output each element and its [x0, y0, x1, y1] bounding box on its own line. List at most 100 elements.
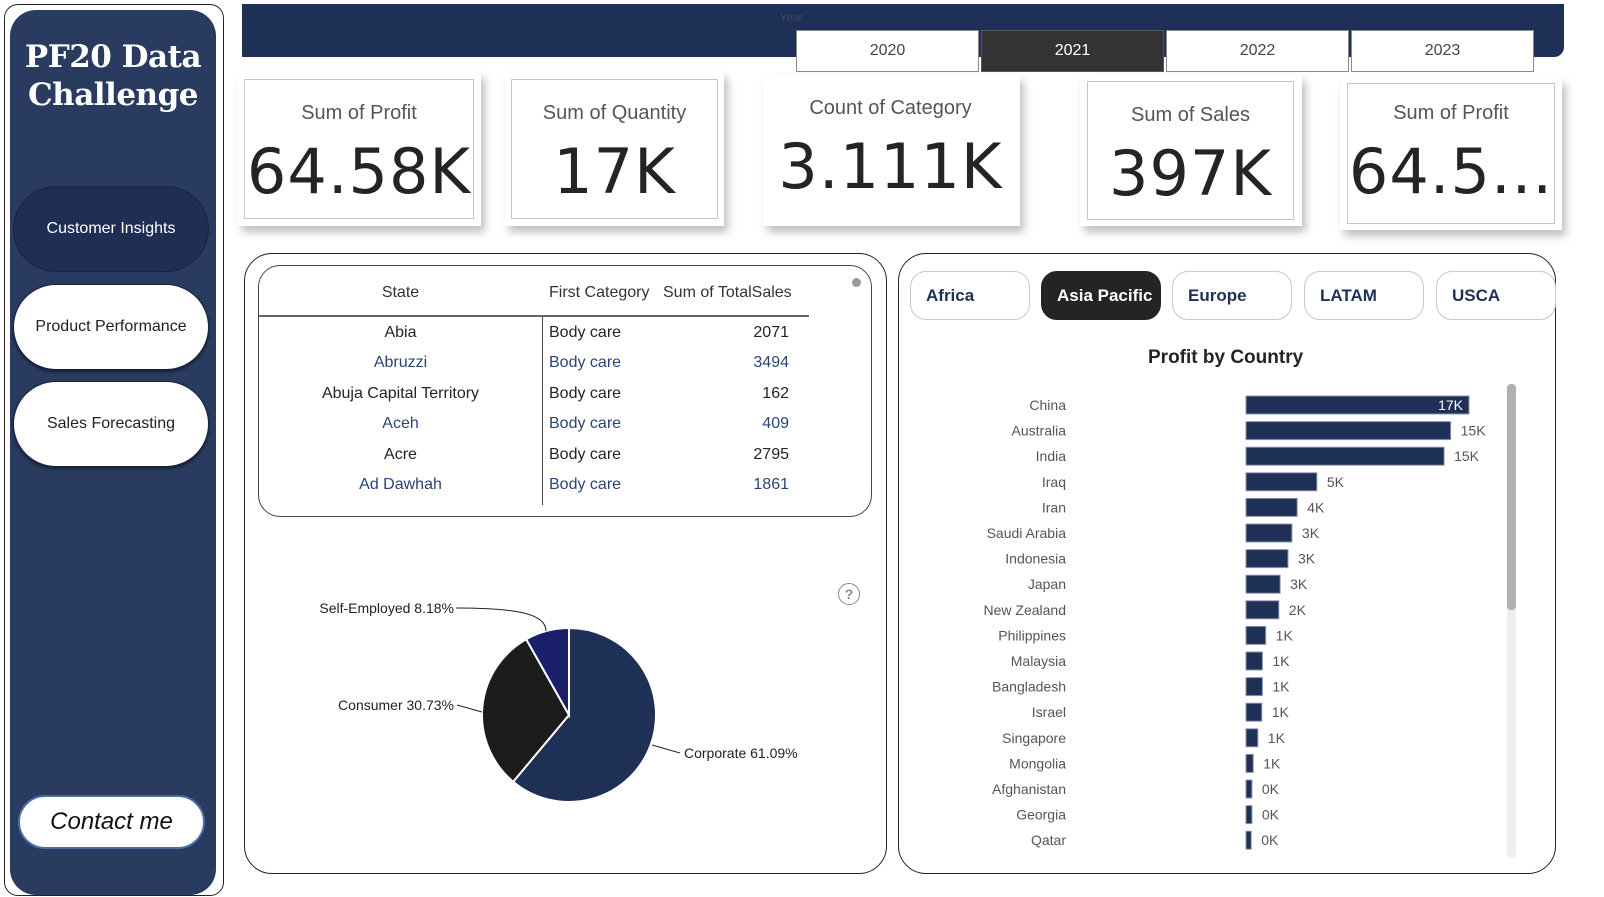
- bar-category-label: Bangladesh: [992, 679, 1066, 695]
- cell-category: Body care: [549, 324, 622, 341]
- bar-data-label: 1K: [1272, 653, 1290, 669]
- bar-israel[interactable]: [1245, 702, 1263, 722]
- bar-afghanistan[interactable]: [1245, 779, 1253, 799]
- table-scrollbar[interactable]: [852, 278, 861, 287]
- bar-data-label: 1K: [1272, 679, 1290, 695]
- region-label: Europe: [1188, 285, 1247, 305]
- bar-category-label: New Zealand: [984, 602, 1067, 618]
- table-row[interactable]: Abruzzi Body care 3494: [259, 349, 809, 379]
- year-option-2020[interactable]: 2020: [796, 30, 979, 72]
- cell-sales: 1861: [753, 476, 789, 493]
- app-title-line2: Challenge: [27, 77, 199, 113]
- bar-new-zealand[interactable]: [1245, 600, 1280, 620]
- table-row[interactable]: Acre Body care 2795: [259, 441, 809, 471]
- bar-bangladesh[interactable]: [1245, 677, 1263, 697]
- bar-data-label: 0K: [1262, 807, 1280, 823]
- column-header-total-sales[interactable]: Sum of TotalSales: [663, 284, 792, 302]
- region-option-latam[interactable]: LATAM: [1304, 271, 1424, 320]
- bar-data-label: 1K: [1276, 627, 1294, 643]
- pie-leader-line: [456, 704, 483, 713]
- bar-category-label: Japan: [1028, 576, 1066, 592]
- table-row[interactable]: Aceh Body care 409: [259, 410, 809, 440]
- year-option-2022[interactable]: 2022: [1166, 30, 1349, 72]
- kpi-label: Sum of Profit: [301, 102, 417, 124]
- column-header-first-category[interactable]: First Category: [549, 284, 649, 302]
- nav-label: Product Performance: [35, 318, 187, 335]
- bar-data-label: 2K: [1289, 602, 1307, 618]
- year-option-2021[interactable]: 2021: [981, 30, 1164, 72]
- contact-me-label: Contact me: [50, 808, 173, 835]
- cell-sales: 162: [762, 385, 789, 402]
- region-option-africa[interactable]: Africa: [910, 271, 1030, 320]
- state-sales-table: State First Category Sum of TotalSales A…: [258, 265, 872, 517]
- bar-qatar[interactable]: [1245, 830, 1252, 850]
- region-option-usca[interactable]: USCA: [1436, 271, 1556, 320]
- nav-label: Sales Forecasting: [46, 415, 176, 432]
- kpi-label: Count of Category: [809, 97, 972, 119]
- region-label: LATAM: [1320, 285, 1377, 305]
- bar-category-label: Australia: [1012, 423, 1067, 439]
- bar-category-label: Afghanistan: [992, 781, 1066, 797]
- bar-indonesia[interactable]: [1245, 549, 1289, 569]
- region-label: Africa: [926, 285, 975, 305]
- bar-iran[interactable]: [1245, 497, 1298, 517]
- bar-category-label: India: [1036, 448, 1067, 464]
- region-option-europe[interactable]: Europe: [1172, 271, 1292, 320]
- bar-malaysia[interactable]: [1245, 651, 1263, 671]
- cell-category: Body care: [549, 476, 622, 493]
- bar-philippines[interactable]: [1245, 625, 1267, 645]
- column-header-state[interactable]: State: [259, 284, 542, 302]
- year-option-label: 2021: [1054, 42, 1091, 59]
- bar-data-label: 0K: [1261, 832, 1279, 848]
- nav-label: Customer Insights: [46, 220, 176, 237]
- bar-saudi-arabia[interactable]: [1245, 523, 1293, 543]
- bar-japan[interactable]: [1245, 574, 1281, 594]
- nav-customer-insights[interactable]: Customer Insights: [13, 186, 209, 272]
- cell-category: Body care: [549, 446, 622, 463]
- year-slicer: 2020 2021 2022 2023: [796, 30, 1536, 72]
- bar-china[interactable]: [1245, 395, 1470, 415]
- region-label: Asia Pacific: [1057, 285, 1153, 305]
- bar-singapore[interactable]: [1245, 728, 1259, 748]
- cell-sales: 409: [762, 415, 789, 432]
- cell-state: Ad Dawhah: [359, 476, 442, 493]
- bar-mongolia[interactable]: [1245, 753, 1254, 773]
- kpi-label: Sum of Quantity: [542, 102, 687, 124]
- bar-georgia[interactable]: [1245, 805, 1253, 825]
- year-option-2023[interactable]: 2023: [1351, 30, 1534, 72]
- table-row[interactable]: Abia Body care 2071: [259, 319, 809, 349]
- cell-category: Body care: [549, 385, 622, 402]
- region-option-asia-pacific[interactable]: Asia Pacific: [1041, 271, 1161, 320]
- nav-sales-forecasting[interactable]: Sales Forecasting: [13, 381, 209, 467]
- kpi-card-sales: Sum of Sales 397K: [1087, 81, 1294, 220]
- year-slicer-label: Year: [780, 12, 803, 24]
- cell-state: Aceh: [382, 415, 419, 432]
- bar-data-label: 3K: [1302, 525, 1320, 541]
- app-title-line1: PF20 Data: [24, 39, 202, 75]
- bar-data-label: 4K: [1307, 499, 1325, 515]
- chart-scroll-thumb[interactable]: [1507, 384, 1516, 610]
- kpi-value: 397K: [1109, 137, 1272, 210]
- bar-category-label: Indonesia: [1005, 551, 1066, 567]
- bar-category-label: Saudi Arabia: [987, 525, 1067, 541]
- table-row[interactable]: Ad Dawhah Body care 1861: [259, 471, 809, 501]
- cell-category: Body care: [549, 415, 622, 432]
- app-title: PF20 Data Challenge: [10, 38, 216, 114]
- bar-category-label: Georgia: [1016, 807, 1066, 823]
- kpi-card-profit-2: Sum of Profit 64.5...: [1347, 83, 1555, 224]
- bar-category-label: Mongolia: [1009, 755, 1066, 771]
- region-label: USCA: [1452, 285, 1501, 305]
- contact-me-button[interactable]: Contact me: [18, 795, 205, 849]
- nav-product-performance[interactable]: Product Performance: [13, 284, 209, 370]
- bar-india[interactable]: [1245, 446, 1445, 466]
- kpi-label: Sum of Profit: [1393, 102, 1509, 124]
- bar-data-label: 15K: [1454, 448, 1480, 464]
- kpi-value: 64.5...: [1348, 135, 1554, 208]
- bar-australia[interactable]: [1245, 421, 1452, 441]
- bar-data-label: 1K: [1263, 755, 1281, 771]
- bar-category-label: Malaysia: [1011, 653, 1066, 669]
- kpi-card-quantity: Sum of Quantity 17K: [511, 79, 718, 219]
- bar-iraq[interactable]: [1245, 472, 1318, 492]
- table-row[interactable]: Abuja Capital Territory Body care 162: [259, 380, 809, 410]
- kpi-value: 3.111K: [778, 130, 1003, 203]
